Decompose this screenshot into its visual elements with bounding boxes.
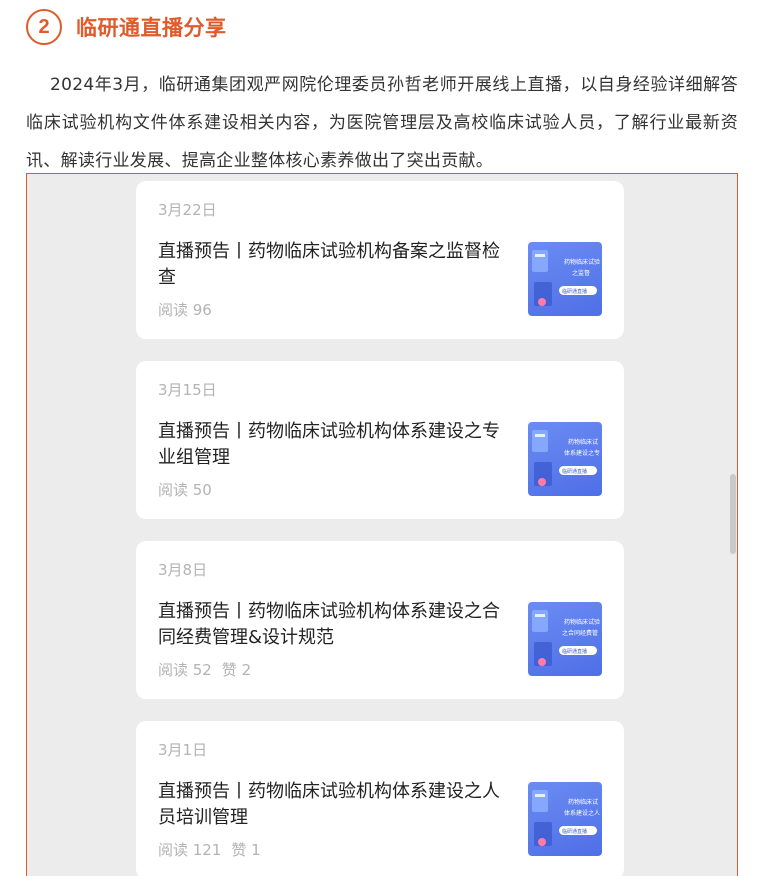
thumb-text: 药物临床试验 <box>564 618 600 626</box>
thumb-text: 临研通直播 <box>562 648 587 655</box>
scrollbar-thumb[interactable] <box>730 474 736 554</box>
thumb-text: 临研通直播 <box>562 828 587 835</box>
article-title[interactable]: 直播预告丨药物临床试验机构备案之监督检查 <box>158 239 506 291</box>
embedded-article-list[interactable]: 3月22日 直播预告丨药物临床试验机构备案之监督检查 阅读 96 药物临床试验 … <box>26 173 738 876</box>
article-card[interactable]: 3月15日 直播预告丨药物临床试验机构体系建设之专业组管理 阅读 50 药物临床… <box>136 361 624 519</box>
article-card[interactable]: 3月1日 直播预告丨药物临床试验机构体系建设之人员培训管理 阅读 121 赞 1… <box>136 721 624 876</box>
read-count: 阅读 121 <box>158 841 222 859</box>
thumb-text: 药物临床试 <box>568 438 598 446</box>
thumbnail-illustration-icon: 药物临床试 体系建设之人 临研通直播 <box>532 790 600 846</box>
read-count: 阅读 50 <box>158 481 212 499</box>
article-card[interactable]: 3月22日 直播预告丨药物临床试验机构备案之监督检查 阅读 96 药物临床试验 … <box>136 181 624 339</box>
thumb-text: 药物临床试 <box>568 798 598 806</box>
article-card[interactable]: 3月8日 直播预告丨药物临床试验机构体系建设之合同经费管理&设计规范 阅读 52… <box>136 541 624 699</box>
thumb-text: 之合同经费管 <box>562 629 598 637</box>
thumbnail-illustration-icon: 药物临床试验 之合同经费管 临研通直播 <box>532 610 600 666</box>
article-title[interactable]: 直播预告丨药物临床试验机构体系建设之合同经费管理&设计规范 <box>158 599 506 651</box>
article-date: 3月8日 <box>158 561 208 579</box>
read-count: 阅读 96 <box>158 301 212 319</box>
article-date: 3月15日 <box>158 381 217 399</box>
article-meta: 阅读 96 <box>158 299 222 320</box>
article-meta: 阅读 121 赞 1 <box>158 839 261 860</box>
thumb-text: 临研通直播 <box>562 288 587 295</box>
thumb-text: 临研通直播 <box>562 468 587 475</box>
thumb-text: 体系建设之专 <box>564 449 600 457</box>
article-thumbnail[interactable]: 药物临床试 体系建设之人 临研通直播 <box>528 782 602 856</box>
article-meta: 阅读 52 赞 2 <box>158 659 251 680</box>
scrollbar[interactable] <box>727 174 737 876</box>
thumbnail-illustration-icon: 药物临床试验 之监督 临研通直播 <box>532 250 600 306</box>
section-number-badge: 2 <box>26 9 62 45</box>
intro-paragraph: 2024年3月，临研通集团观严网院伦理委员孙哲老师开展线上直播，以自身经验详细解… <box>26 75 738 171</box>
article-title[interactable]: 直播预告丨药物临床试验机构体系建设之专业组管理 <box>158 419 506 471</box>
article-date: 3月1日 <box>158 741 208 759</box>
section-header: 2 临研通直播分享 <box>26 8 227 46</box>
article-title[interactable]: 直播预告丨药物临床试验机构体系建设之人员培训管理 <box>158 779 506 831</box>
like-count: 赞 2 <box>221 661 252 679</box>
article-thumbnail[interactable]: 药物临床试验 之合同经费管 临研通直播 <box>528 602 602 676</box>
thumbnail-illustration-icon: 药物临床试 体系建设之专 临研通直播 <box>532 430 600 486</box>
thumb-text: 体系建设之人 <box>564 809 600 817</box>
thumb-text: 药物临床试验 <box>564 258 600 266</box>
article-thumbnail[interactable]: 药物临床试验 之监督 临研通直播 <box>528 242 602 316</box>
like-count: 赞 1 <box>231 841 261 859</box>
section-title: 临研通直播分享 <box>76 16 227 40</box>
thumb-text: 之监督 <box>572 269 590 277</box>
read-count: 阅读 52 <box>158 661 212 679</box>
article-thumbnail[interactable]: 药物临床试 体系建设之专 临研通直播 <box>528 422 602 496</box>
article-meta: 阅读 50 <box>158 479 222 500</box>
article-date: 3月22日 <box>158 201 217 219</box>
